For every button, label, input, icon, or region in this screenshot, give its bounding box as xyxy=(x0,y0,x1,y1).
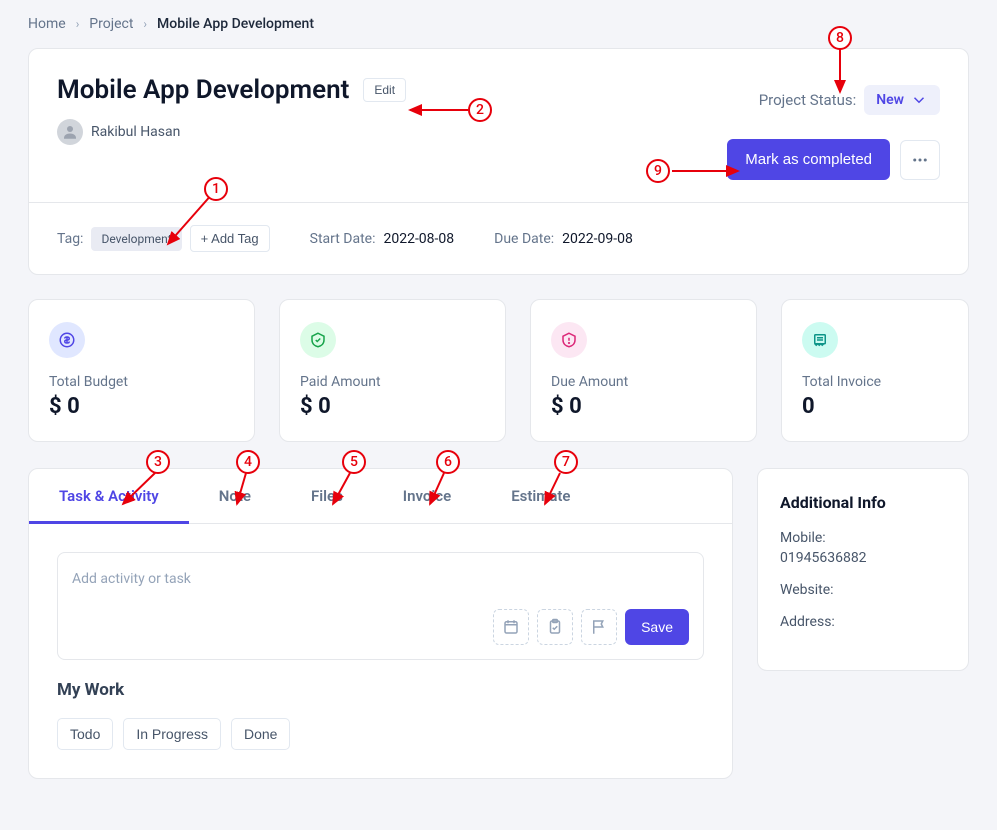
tabs-card: Task & Activity Note Files Invoice Estim… xyxy=(28,468,733,779)
start-date-value: 2022-08-08 xyxy=(383,231,454,247)
filter-todo-button[interactable]: Todo xyxy=(57,718,113,750)
paid-icon xyxy=(300,322,336,358)
stat-budget-value: $ 0 xyxy=(49,394,234,419)
activity-input[interactable] xyxy=(72,567,689,591)
stat-paid-value: $ 0 xyxy=(300,394,485,419)
stat-due-label: Due Amount xyxy=(551,374,736,390)
budget-icon xyxy=(49,322,85,358)
invoice-icon xyxy=(802,322,838,358)
filter-in-progress-button[interactable]: In Progress xyxy=(123,718,221,750)
stat-budget-label: Total Budget xyxy=(49,374,234,390)
page-title: Mobile App Development xyxy=(57,75,349,105)
more-horizontal-icon xyxy=(911,151,929,169)
add-tag-button[interactable]: + Add Tag xyxy=(190,225,270,252)
tab-files[interactable]: Files xyxy=(281,469,373,523)
tab-estimate[interactable]: Estimate xyxy=(481,469,600,523)
tag-chip[interactable]: Development xyxy=(91,227,181,251)
stat-paid-card: Paid Amount $ 0 xyxy=(279,299,506,442)
project-status-value: New xyxy=(876,92,904,108)
stat-invoice-value: 0 xyxy=(802,394,948,419)
start-date-label: Start Date: xyxy=(310,231,376,247)
due-date-value: 2022-09-08 xyxy=(562,231,633,247)
info-mobile-label: Mobile: xyxy=(780,530,946,546)
tabs-header: Task & Activity Note Files Invoice Estim… xyxy=(29,469,732,524)
activity-composer: Save xyxy=(57,552,704,660)
activity-task-button[interactable] xyxy=(537,609,573,645)
stat-due-value: $ 0 xyxy=(551,394,736,419)
flag-icon xyxy=(590,618,608,636)
stat-invoice-label: Total Invoice xyxy=(802,374,948,390)
activity-flag-button[interactable] xyxy=(581,609,617,645)
my-work-title: My Work xyxy=(57,680,704,700)
breadcrumb: Home › Project › Mobile App Development xyxy=(0,0,997,48)
my-work-section: My Work Todo In Progress Done xyxy=(29,680,732,778)
calendar-icon xyxy=(502,618,520,636)
tag-label: Tag: xyxy=(57,231,83,247)
additional-info-card: Additional Info Mobile: 01945636882 Webs… xyxy=(757,468,969,671)
edit-button[interactable]: Edit xyxy=(363,78,406,102)
chevron-right-icon: › xyxy=(143,17,147,31)
project-header-card: Mobile App Development Edit Rakibul Hasa… xyxy=(28,48,969,275)
info-address-label: Address: xyxy=(780,614,946,630)
info-mobile-value: 01945636882 xyxy=(780,550,867,566)
project-status-select[interactable]: New xyxy=(864,85,940,115)
due-date-label: Due Date: xyxy=(494,231,554,247)
info-title: Additional Info xyxy=(780,493,946,512)
more-actions-button[interactable] xyxy=(900,140,940,180)
mark-completed-button[interactable]: Mark as completed xyxy=(727,139,890,180)
breadcrumb-current: Mobile App Development xyxy=(157,16,314,32)
stat-due-card: Due Amount $ 0 xyxy=(530,299,757,442)
tab-task-activity[interactable]: Task & Activity xyxy=(29,469,189,523)
activity-save-button[interactable]: Save xyxy=(625,609,689,645)
stat-paid-label: Paid Amount xyxy=(300,374,485,390)
filter-done-button[interactable]: Done xyxy=(231,718,290,750)
info-website-label: Website: xyxy=(780,582,946,598)
clipboard-icon xyxy=(546,618,564,636)
breadcrumb-project[interactable]: Project xyxy=(89,16,133,32)
stat-invoice-card: Total Invoice 0 xyxy=(781,299,969,442)
stats-row: Total Budget $ 0 Paid Amount $ 0 Due Amo… xyxy=(28,299,969,442)
activity-date-button[interactable] xyxy=(493,609,529,645)
owner-name: Rakibul Hasan xyxy=(91,124,180,140)
tab-note[interactable]: Note xyxy=(189,469,281,523)
chevron-down-icon xyxy=(910,91,928,109)
chevron-right-icon: › xyxy=(76,17,80,31)
stat-budget-card: Total Budget $ 0 xyxy=(28,299,255,442)
tab-invoice[interactable]: Invoice xyxy=(373,469,481,523)
breadcrumb-home[interactable]: Home xyxy=(28,16,66,32)
due-icon xyxy=(551,322,587,358)
owner-avatar xyxy=(57,119,83,145)
project-status-label: Project Status: xyxy=(759,91,857,109)
